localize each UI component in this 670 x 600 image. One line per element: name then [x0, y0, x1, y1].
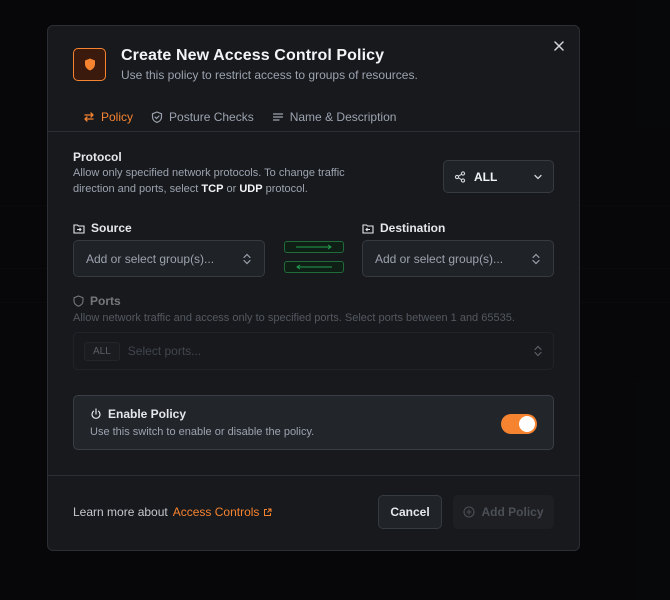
dialog-subtitle: Use this policy to restrict access to gr… — [121, 68, 418, 82]
folder-out-icon — [73, 223, 85, 234]
folder-in-icon — [362, 223, 374, 234]
flow-forward — [284, 241, 344, 253]
arrows-exchange-icon — [84, 111, 94, 122]
protocol-value: ALL — [474, 169, 498, 184]
ports-placeholder: Select ports... — [127, 344, 202, 358]
ports-all-tag: ALL — [84, 341, 120, 361]
dialog-title: Create New Access Control Policy — [121, 47, 385, 64]
protocol-select[interactable]: ALL — [443, 160, 554, 193]
power-icon — [91, 408, 101, 419]
share-nodes-icon — [454, 170, 466, 183]
tab-bar: Policy Posture Checks Name & Description — [73, 102, 579, 132]
arrow-right-icon — [296, 244, 332, 250]
source-label-row: Source — [73, 221, 132, 235]
shield-icon — [84, 58, 95, 71]
protocol-description: Allow only specified network protocols. … — [73, 167, 345, 195]
access-controls-link[interactable]: Access Controls — [173, 505, 273, 519]
plus-circle-icon — [463, 506, 476, 518]
ports-description: Allow network traffic and access only to… — [73, 312, 515, 324]
external-link-icon — [264, 508, 272, 516]
traffic-direction-indicator — [284, 241, 344, 281]
flow-backward — [284, 261, 344, 273]
udp-text: UDP — [239, 183, 263, 195]
close-icon — [554, 41, 564, 51]
tab-label: Name & Description — [289, 110, 397, 124]
shield-check-icon — [151, 111, 163, 123]
tcp-text: TCP — [201, 183, 224, 195]
destination-label: Destination — [380, 221, 446, 235]
shield-icon — [73, 295, 84, 307]
chevron-updown-icon — [534, 345, 542, 357]
protocol-label: Protocol — [73, 150, 122, 164]
destination-label-row: Destination — [362, 221, 445, 235]
ports-input[interactable]: ALL Select ports... — [73, 332, 554, 370]
tab-posture-checks[interactable]: Posture Checks — [142, 102, 263, 132]
tab-name-description[interactable]: Name & Description — [263, 102, 406, 132]
policy-header-icon — [73, 48, 106, 81]
tabs-divider — [48, 131, 579, 132]
text-lines-icon — [272, 113, 283, 121]
enable-policy-title: Enable Policy — [108, 407, 187, 421]
enable-policy-card: Enable Policy Use this switch to enable … — [73, 395, 554, 450]
close-button[interactable] — [551, 38, 567, 54]
source-label: Source — [91, 221, 132, 235]
destination-placeholder: Add or select group(s)... — [375, 251, 504, 266]
tab-label: Policy — [101, 109, 134, 124]
ports-label-row: Ports — [73, 294, 121, 308]
chevron-updown-icon — [243, 253, 251, 264]
destination-group-select[interactable]: Add or select group(s)... — [362, 240, 554, 277]
arrow-left-icon — [296, 264, 332, 270]
enable-policy-title-row: Enable Policy — [90, 407, 186, 421]
enable-policy-toggle[interactable] — [501, 414, 537, 434]
toggle-knob — [519, 416, 535, 432]
tab-label: Posture Checks — [169, 110, 254, 124]
source-group-select[interactable]: Add or select group(s)... — [73, 240, 265, 277]
tab-policy[interactable]: Policy — [73, 102, 143, 132]
create-policy-dialog: Create New Access Control Policy Use thi… — [47, 25, 580, 551]
add-policy-button[interactable]: Add Policy — [453, 495, 554, 529]
add-policy-label: Add Policy — [481, 505, 544, 519]
chevron-down-icon — [534, 174, 542, 179]
cancel-button[interactable]: Cancel — [378, 495, 442, 529]
footer-divider — [48, 475, 579, 476]
ports-label: Ports — [90, 294, 121, 308]
source-placeholder: Add or select group(s)... — [86, 251, 215, 266]
learn-more: Learn more about Access Controls — [73, 505, 272, 519]
learn-more-text: Learn more about — [73, 505, 168, 519]
chevron-updown-icon — [532, 253, 540, 264]
enable-policy-description: Use this switch to enable or disable the… — [90, 426, 315, 438]
